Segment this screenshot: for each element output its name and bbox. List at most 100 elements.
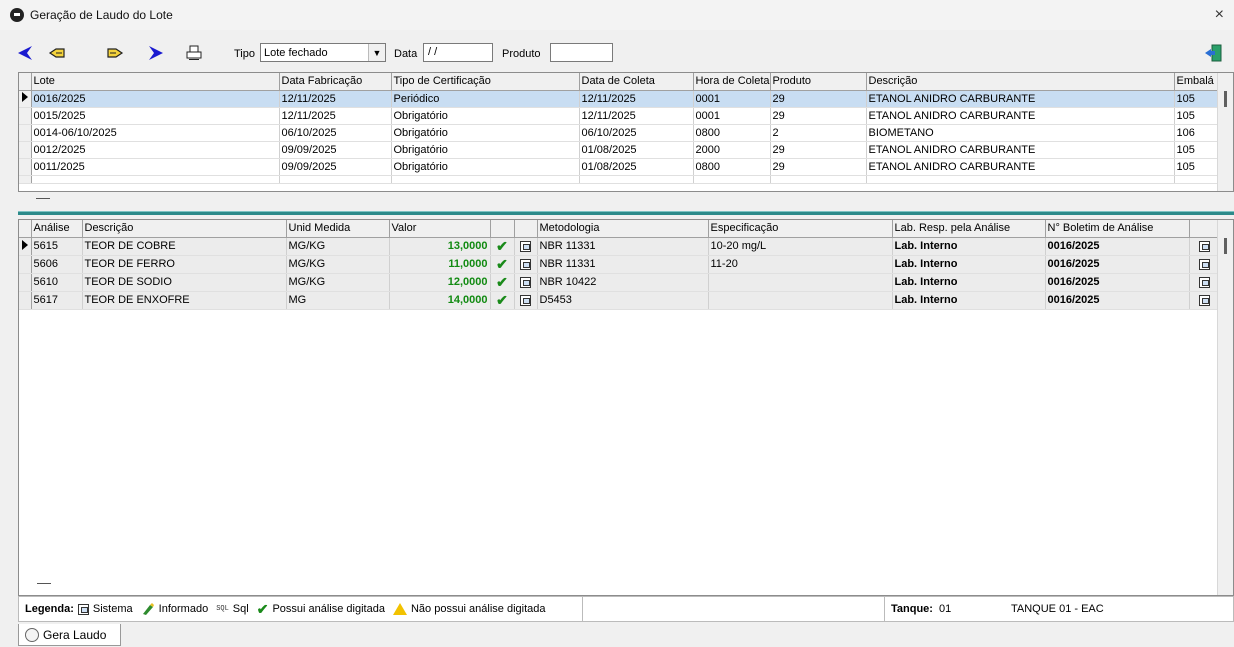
print-button[interactable] [183, 42, 205, 64]
lotes-scrollbar[interactable] [1217, 73, 1233, 191]
data-coleta-cell[interactable]: 12/11/2025 [579, 90, 694, 108]
data-input[interactable]: / / [423, 43, 493, 62]
data-fabricacao-cell[interactable]: 12/11/2025 [279, 107, 392, 125]
hora-coleta-cell[interactable]: 0001 [693, 90, 771, 108]
tipo-certificacao-cell[interactable]: Obrigatório [391, 124, 580, 142]
lote-row[interactable]: 0011/2025 09/09/2025 Obrigatório 01/08/2… [19, 158, 1220, 176]
analises-scrollbar[interactable] [1217, 220, 1233, 595]
analise-cell[interactable]: 5610 [31, 273, 83, 292]
embalagem-cell[interactable]: 105 [1174, 90, 1220, 108]
valor-cell[interactable]: 13,0000 [389, 237, 491, 256]
unid-medida-cell[interactable]: MG/KG [286, 273, 390, 292]
lote-row[interactable]: 0012/2025 09/09/2025 Obrigatório 01/08/2… [19, 141, 1220, 159]
tipo-select[interactable]: Lote fechado ▼ [260, 43, 386, 62]
data-fabricacao-cell[interactable]: 06/10/2025 [279, 124, 392, 142]
data-coleta-cell[interactable]: 01/08/2025 [579, 158, 694, 176]
col-tipo-certificacao[interactable]: Tipo de Certificação [391, 73, 580, 91]
tipo-certificacao-cell[interactable]: Obrigatório [391, 107, 580, 125]
metodologia-cell[interactable]: D5453 [537, 291, 709, 310]
col-descricao[interactable]: Descrição [82, 220, 287, 238]
metodologia-cell[interactable]: NBR 11331 [537, 255, 709, 274]
col-analise[interactable]: Análise [31, 220, 83, 238]
data-fabricacao-cell[interactable]: 09/09/2025 [279, 158, 392, 176]
last-button[interactable] [104, 42, 126, 64]
col-embalagem[interactable]: Embalá [1174, 73, 1220, 91]
valor-cell[interactable]: 14,0000 [389, 291, 491, 310]
boletim-lookup-icon[interactable] [1198, 258, 1210, 270]
especificacao-cell[interactable]: 11-20 [708, 255, 893, 274]
lote-cell[interactable]: 0012/2025 [31, 141, 280, 159]
lab-resp-cell[interactable]: Lab. Interno [892, 255, 1046, 274]
unid-medida-cell[interactable]: MG/KG [286, 255, 390, 274]
analise-row[interactable]: 5615 TEOR DE COBRE MG/KG 13,0000 ✔ NBR 1… [19, 237, 1220, 256]
splitter-grip[interactable] [37, 583, 51, 584]
analise-cell[interactable]: 5617 [31, 291, 83, 310]
hora-coleta-cell[interactable]: 2000 [693, 141, 771, 159]
valor-cell[interactable]: 12,0000 [389, 273, 491, 292]
boletim-cell[interactable]: 0016/2025 [1045, 291, 1190, 310]
produto-cell[interactable]: 29 [770, 90, 867, 108]
metodologia-cell[interactable]: NBR 10422 [537, 273, 709, 292]
data-coleta-cell[interactable]: 06/10/2025 [579, 124, 694, 142]
splitter-grip[interactable] [36, 198, 50, 199]
analise-cell[interactable]: 5615 [31, 237, 83, 256]
produto-input[interactable] [550, 43, 613, 62]
scroll-thumb[interactable] [1224, 238, 1227, 254]
lote-cell[interactable]: 0016/2025 [31, 90, 280, 108]
col-produto[interactable]: Produto [770, 73, 867, 91]
hora-coleta-cell[interactable]: 0001 [693, 107, 771, 125]
lab-resp-cell[interactable]: Lab. Interno [892, 291, 1046, 310]
scroll-thumb[interactable] [1224, 91, 1227, 107]
boletim-cell[interactable]: 0016/2025 [1045, 273, 1190, 292]
lote-row[interactable]: 0016/2025 12/11/2025 Periódico 12/11/202… [19, 90, 1220, 108]
col-descricao[interactable]: Descrição [866, 73, 1175, 91]
col-lote[interactable]: Lote [31, 73, 280, 91]
produto-cell[interactable]: 29 [770, 158, 867, 176]
produto-cell[interactable]: 2 [770, 124, 867, 142]
col-lab-resp[interactable]: Lab. Resp. pela Análise [892, 220, 1046, 238]
especificacao-cell[interactable] [708, 291, 893, 310]
embalagem-cell[interactable]: 105 [1174, 107, 1220, 125]
lab-resp-cell[interactable]: Lab. Interno [892, 273, 1046, 292]
panel-splitter[interactable] [18, 211, 1234, 215]
data-fabricacao-cell[interactable]: 12/11/2025 [279, 90, 392, 108]
especificacao-cell[interactable]: 10-20 mg/L [708, 237, 893, 256]
metodologia-cell[interactable]: NBR 11331 [537, 237, 709, 256]
boletim-lookup-icon[interactable] [1198, 276, 1210, 288]
col-especificacao[interactable]: Especificação [708, 220, 893, 238]
analise-row[interactable]: 5617 TEOR DE ENXOFRE MG 14,0000 ✔ D5453 … [19, 291, 1220, 310]
dropdown-arrow-icon[interactable]: ▼ [368, 44, 385, 61]
descricao-cell[interactable]: BIOMETANO [866, 124, 1175, 142]
data-coleta-cell[interactable]: 12/11/2025 [579, 107, 694, 125]
tipo-certificacao-cell[interactable]: Obrigatório [391, 158, 580, 176]
embalagem-cell[interactable]: 105 [1174, 158, 1220, 176]
descricao-cell[interactable]: TEOR DE ENXOFRE [82, 291, 287, 310]
descricao-cell[interactable]: TEOR DE COBRE [82, 237, 287, 256]
valor-cell[interactable]: 11,0000 [389, 255, 491, 274]
produto-cell[interactable]: 29 [770, 141, 867, 159]
descricao-cell[interactable]: ETANOL ANIDRO CARBURANTE [866, 158, 1175, 176]
col-valor[interactable]: Valor [389, 220, 491, 238]
unid-medida-cell[interactable]: MG [286, 291, 390, 310]
col-metodologia[interactable]: Metodologia [537, 220, 709, 238]
tipo-certificacao-cell[interactable]: Periódico [391, 90, 580, 108]
lote-cell[interactable]: 0011/2025 [31, 158, 280, 176]
col-unid-medida[interactable]: Unid Medida [286, 220, 390, 238]
col-data-fabricacao[interactable]: Data Fabricação [279, 73, 392, 91]
descricao-cell[interactable]: TEOR DE SODIO [82, 273, 287, 292]
lote-row[interactable]: 0015/2025 12/11/2025 Obrigatório 12/11/2… [19, 107, 1220, 125]
tab-gera-laudo[interactable]: Gera Laudo [18, 624, 121, 646]
exit-button[interactable] [1202, 42, 1224, 64]
next-button[interactable] [145, 42, 167, 64]
hora-coleta-cell[interactable]: 0800 [693, 124, 771, 142]
descricao-cell[interactable]: ETANOL ANIDRO CARBURANTE [866, 107, 1175, 125]
analise-cell[interactable]: 5606 [31, 255, 83, 274]
boletim-lookup-icon[interactable] [1198, 294, 1210, 306]
col-status[interactable] [490, 220, 515, 238]
lote-cell[interactable]: 0014-06/10/2025 [31, 124, 280, 142]
lote-cell[interactable]: 0015/2025 [31, 107, 280, 125]
boletim-cell[interactable]: 0016/2025 [1045, 237, 1190, 256]
data-coleta-cell[interactable]: 01/08/2025 [579, 141, 694, 159]
descricao-cell[interactable]: TEOR DE FERRO [82, 255, 287, 274]
lab-resp-cell[interactable]: Lab. Interno [892, 237, 1046, 256]
